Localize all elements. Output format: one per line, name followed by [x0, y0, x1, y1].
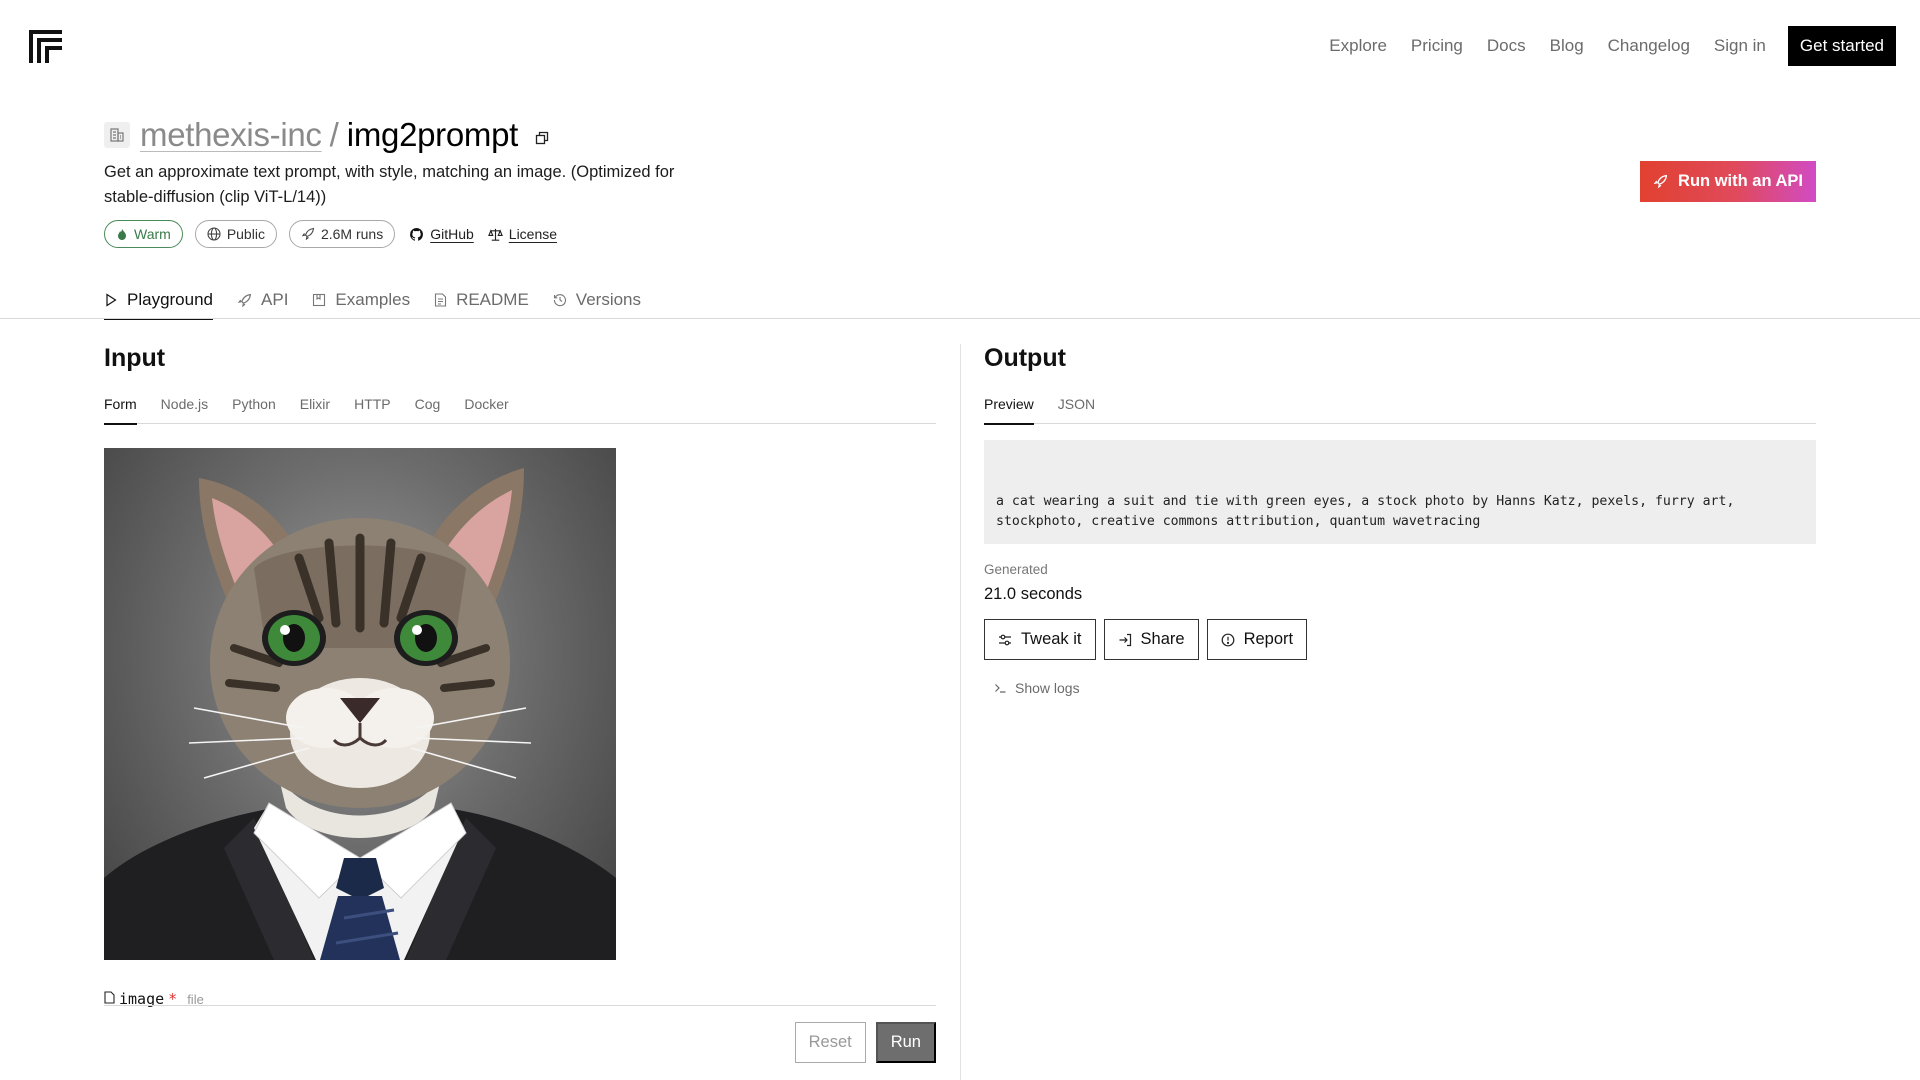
tabs-divider: [0, 318, 1920, 319]
alert-icon: [1221, 633, 1234, 646]
visibility-badge: Public: [194, 220, 277, 248]
input-tab-nodejs[interactable]: Node.js: [161, 394, 208, 424]
main-tabs: Playground API Examples README Versions: [104, 282, 641, 320]
tab-examples[interactable]: Examples: [312, 282, 410, 318]
output-title: Output: [984, 344, 1066, 372]
top-nav: Explore Pricing Docs Blog Changelog Sign…: [1329, 26, 1896, 66]
rocket-icon: [237, 293, 252, 307]
file-icon: [104, 991, 115, 1004]
model-owner-link[interactable]: methexis-inc: [140, 116, 322, 154]
input-tab-cog[interactable]: Cog: [415, 394, 441, 424]
status-badge: Warm: [104, 220, 183, 248]
column-divider: [960, 344, 961, 1080]
output-actions: Tweak it Share Report: [984, 619, 1816, 660]
input-title: Input: [104, 344, 166, 372]
generated-time: 21.0 seconds: [984, 585, 1083, 603]
organization-icon: [104, 122, 130, 148]
input-tabs: Form Node.js Python Elixir HTTP Cog Dock…: [104, 394, 936, 425]
run-with-api-button[interactable]: Run with an API: [1640, 161, 1816, 202]
sliders-icon: [999, 634, 1011, 645]
tweak-button[interactable]: Tweak it: [984, 619, 1096, 660]
play-icon: [106, 293, 117, 307]
breadcrumb-separator: /: [329, 116, 339, 153]
form-actions: Reset Run: [794, 1022, 936, 1063]
report-button[interactable]: Report: [1206, 619, 1308, 660]
nav-blog[interactable]: Blog: [1550, 36, 1584, 56]
input-image[interactable]: [104, 448, 616, 960]
nav-docs[interactable]: Docs: [1487, 36, 1526, 56]
show-logs-toggle[interactable]: Show logs: [994, 680, 1816, 696]
github-icon: [410, 227, 424, 241]
copy-icon[interactable]: [534, 130, 550, 146]
rocket-icon: [1653, 174, 1668, 189]
replicate-logo[interactable]: [29, 30, 63, 64]
share-button[interactable]: Share: [1103, 619, 1199, 660]
model-header: methexis-inc / img2prompt: [104, 116, 550, 154]
history-icon: [553, 294, 566, 307]
share-icon: [1119, 633, 1131, 646]
license-link[interactable]: License: [487, 226, 557, 242]
bookmark-icon: [313, 293, 326, 307]
tab-readme[interactable]: README: [434, 282, 529, 318]
github-link[interactable]: GitHub: [409, 226, 474, 242]
tab-versions[interactable]: Versions: [553, 282, 641, 318]
input-tab-docker[interactable]: Docker: [464, 394, 508, 424]
document-icon: [435, 293, 447, 307]
output-text: a cat wearing a suit and tie with green …: [996, 494, 1735, 529]
nav-sign-in[interactable]: Sign in: [1714, 36, 1766, 56]
reset-button[interactable]: Reset: [794, 1022, 866, 1063]
flame-icon: [118, 229, 126, 240]
input-panel: Input Form Node.js Python Elixir HTTP Co…: [104, 342, 936, 1063]
tab-playground[interactable]: Playground: [104, 282, 214, 320]
run-button[interactable]: Run: [875, 1022, 936, 1063]
runs-badge: 2.6M runs: [288, 220, 396, 248]
output-tab-json[interactable]: JSON: [1058, 394, 1095, 424]
nav-pricing[interactable]: Pricing: [1411, 36, 1463, 56]
input-tab-http[interactable]: HTTP: [354, 394, 391, 424]
globe-icon: [207, 227, 221, 241]
model-description: Get an approximate text prompt, with sty…: [104, 163, 675, 206]
tab-api[interactable]: API: [237, 282, 288, 318]
input-tab-python[interactable]: Python: [232, 394, 276, 424]
generated-label: Generated: [984, 562, 1048, 577]
rocket-icon: [301, 227, 315, 241]
output-preview: a cat wearing a suit and tie with green …: [984, 440, 1816, 544]
input-tab-elixir[interactable]: Elixir: [300, 394, 330, 424]
get-started-button[interactable]: Get started: [1787, 26, 1896, 66]
form-divider: [104, 1005, 936, 1006]
output-panel: Output Preview JSON a cat wearing a suit…: [984, 342, 1816, 696]
output-tab-preview[interactable]: Preview: [984, 394, 1034, 425]
input-tab-form[interactable]: Form: [104, 394, 137, 425]
model-name: img2prompt: [346, 116, 519, 153]
terminal-icon: [995, 684, 1006, 693]
scale-icon: [487, 228, 503, 241]
output-tabs: Preview JSON: [984, 394, 1816, 425]
nav-explore[interactable]: Explore: [1329, 36, 1387, 56]
model-chips: Warm Public 2.6M runs GitHub License: [104, 220, 557, 248]
nav-changelog[interactable]: Changelog: [1608, 36, 1690, 56]
